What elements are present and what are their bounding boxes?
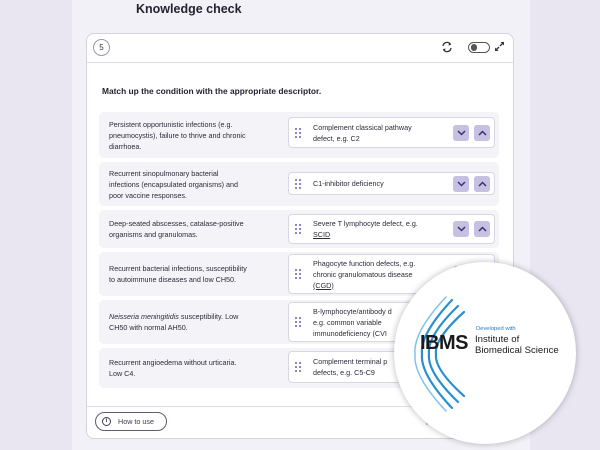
ibms-wordmark: IBMS [420,332,469,354]
descriptor-line: immunodeficiency (CVI [313,328,387,338]
institute-name: Institute of Biomedical Science [475,334,571,356]
drag-handle-icon[interactable] [294,127,302,139]
condition-line: CH50 with normal AH50. [109,323,188,332]
how-to-use-button[interactable]: i How to use [95,412,167,431]
descriptor-line: chronic granulomatous disease [313,269,413,279]
condition-line: diarrhoea. [109,141,142,151]
condition-text: Neisseria meningitidis susceptibility. L… [109,300,279,344]
descriptor-text: C1-inhibitor deficiency [313,173,441,194]
abbreviation-link[interactable]: SCID [313,229,418,240]
info-icon: i [102,417,111,426]
drag-handle-icon[interactable] [294,223,302,235]
descriptor-line: Complement classical pathway [313,122,412,132]
move-down-button[interactable] [453,124,469,141]
condition-line: Deep-seated abscesses, catalase-positive [109,219,244,228]
descriptor-line: Complement terminal p [313,357,388,366]
descriptor-line: e.g. common variable [313,317,382,327]
condition-line: pneumocystis), failure to thrive and chr… [109,130,246,140]
toggle-knob [470,44,477,51]
drag-handle-icon[interactable] [294,316,302,328]
condition-line: Recurrent sinopulmonary bacterial [109,168,219,178]
drag-handle-icon[interactable] [294,268,302,280]
condition-line: Low C4. [109,369,136,378]
condition-line: Neisseria meningitidis susceptibility. L… [109,311,238,322]
refresh-icon[interactable] [441,41,453,53]
chevron-down-icon [456,226,466,232]
move-down-button[interactable] [453,221,469,237]
match-row: Recurrent sinopulmonary bacterial infect… [99,162,499,206]
condition-text: Recurrent bacterial infections, suscepti… [109,252,279,296]
ibms-badge: IBMS Developed with Institute of Biomedi… [394,262,576,444]
developed-with-label: Developed with [476,326,516,332]
drag-handle-icon[interactable] [294,178,302,190]
match-row: Persistent opportunistic infections (e.g… [99,112,499,158]
condition-text: Recurrent sinopulmonary bacterial infect… [109,162,279,206]
condition-line: infections (encapsulated organisms) and [109,179,239,189]
drag-handle-icon[interactable] [294,361,302,373]
abbreviation-link[interactable]: (CGD) [313,280,415,291]
card-header-divider [87,62,513,63]
chevron-up-icon [477,180,487,187]
descriptor-line: B-lymphocyte/antibody d [313,306,392,316]
condition-fragment: susceptibility. Low [178,312,239,321]
question-instruction: Match up the condition with the appropri… [102,86,322,96]
condition-text: Deep-seated abscesses, catalase-positive… [109,210,279,248]
move-down-button[interactable] [453,175,469,192]
condition-line: Persistent opportunistic infections (e.g… [109,119,233,129]
organism-name: Neisseria meningitidis [109,312,179,321]
condition-text: Recurrent angioedema without urticaria. … [109,348,279,388]
descriptor-line: C1-inhibitor deficiency [313,179,384,188]
condition-line: Recurrent bacterial infections, suscepti… [109,264,247,273]
condition-line: poor vaccine responses. [109,190,187,200]
descriptor-card[interactable]: C1-inhibitor deficiency [288,172,495,195]
descriptor-line: Severe T lymphocyte defect, e.g. [313,219,418,228]
institute-name-line: Biomedical Science [475,345,559,356]
condition-line: organisms and granulomas. [109,230,198,239]
descriptor-card[interactable]: Complement classical pathway defect, e.g… [288,117,495,148]
mode-toggle[interactable] [468,42,490,53]
condition-text: Persistent opportunistic infections (e.g… [109,112,279,158]
chevron-down-icon [456,180,466,187]
question-number-badge: 5 [93,39,110,56]
condition-line: to autoimmune diseases and low CH50. [109,275,237,284]
descriptor-card[interactable]: Severe T lymphocyte defect, e.g. SCID [288,214,495,244]
move-up-button[interactable] [474,124,490,141]
descriptor-text: Complement classical pathway defect, e.g… [313,118,441,147]
move-up-button[interactable] [474,221,490,237]
expand-icon[interactable] [494,41,505,52]
page-title: Knowledge check [136,2,242,16]
chevron-down-icon [456,129,466,136]
descriptor-line: defects, e.g. C5-C9 [313,368,375,377]
descriptor-line: defect, e.g. C2 [313,133,360,143]
descriptor-text: Severe T lymphocyte defect, e.g. SCID [313,215,441,243]
card-toolbar: 5 [87,34,513,60]
descriptor-line: Phagocyte function defects, e.g. [313,258,416,268]
institute-name-line: Institute of [475,334,520,345]
chevron-up-icon [477,226,487,232]
match-row: Deep-seated abscesses, catalase-positive… [99,210,499,248]
chevron-up-icon [477,129,487,136]
move-up-button[interactable] [474,175,490,192]
how-to-use-label: How to use [118,417,154,426]
condition-line: Recurrent angioedema without urticaria. [109,358,237,367]
